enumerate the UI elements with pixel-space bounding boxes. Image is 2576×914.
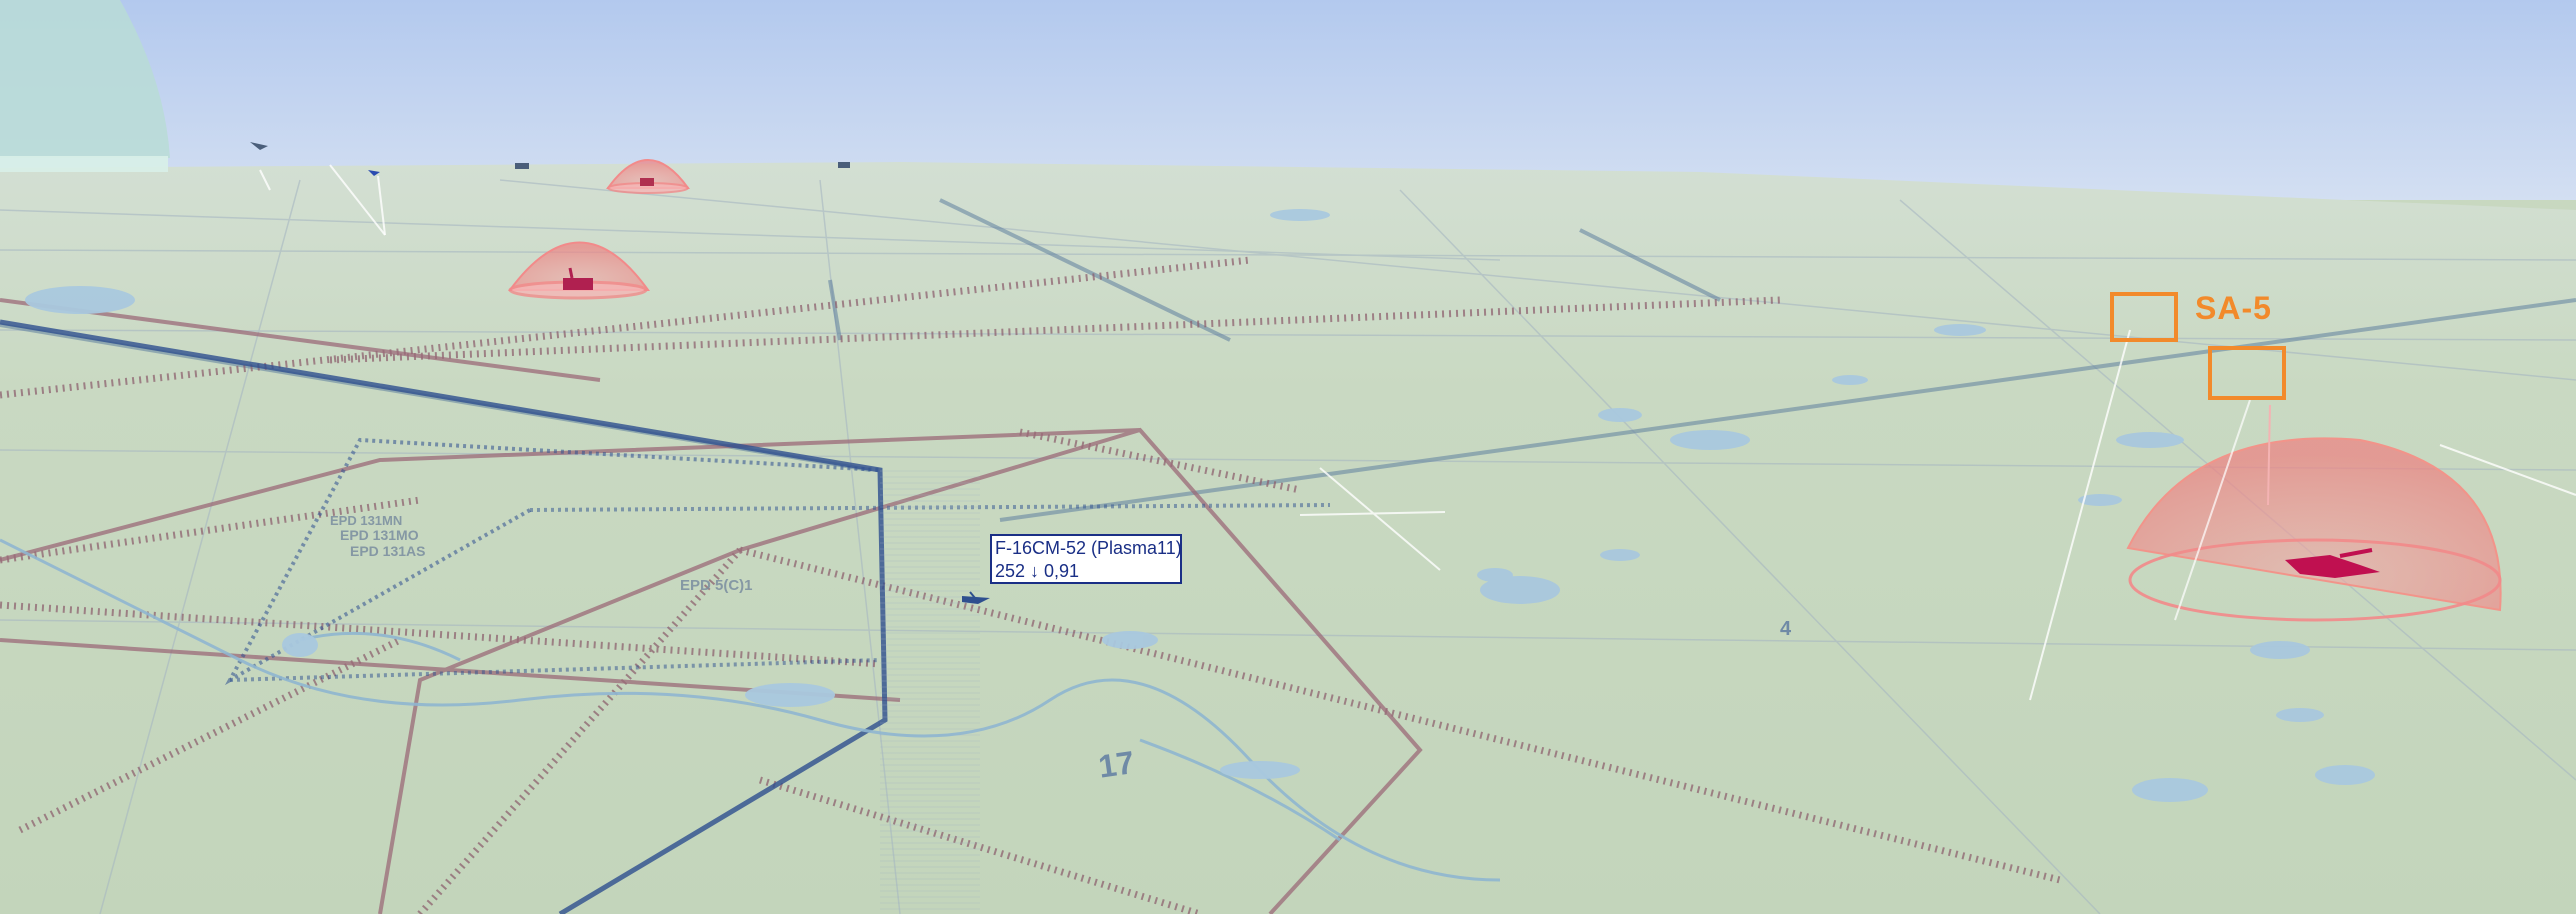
airspace-label-3: EPD 131MN	[330, 513, 402, 528]
aircraft-callsign: F-16CM-52 (Plasma11)	[995, 538, 1182, 558]
aircraft-info: 252 ↓ 0,91	[995, 561, 1080, 581]
threat-label: SA-5	[2195, 290, 2272, 326]
airspace-label-2: EPD 131AS	[350, 543, 425, 559]
airspace-label-1: EPD 131MO	[340, 527, 419, 543]
terrain-scene: EPD 131MO EPD 131AS EPD 131MN EPD 5(C)1 …	[0, 0, 2576, 914]
map-viewport[interactable]: EPD 131MO EPD 131AS EPD 131MN EPD 5(C)1 …	[0, 0, 2576, 914]
target-box-1[interactable]	[2110, 292, 2178, 342]
aircraft-label[interactable]: F-16CM-52 (Plasma11) 252 ↓ 0,91	[990, 534, 1182, 584]
runway-number: 17	[1096, 744, 1136, 785]
target-box-2[interactable]	[2208, 346, 2286, 400]
grid-number: 4	[1780, 618, 1792, 640]
airspace-label-4: EPD 5(C)1	[680, 577, 753, 594]
